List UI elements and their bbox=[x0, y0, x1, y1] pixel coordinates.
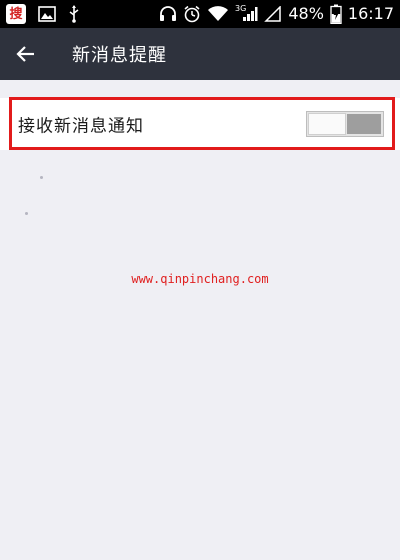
app-header: 新消息提醒 bbox=[0, 28, 400, 80]
app-badge-label: 搜 bbox=[6, 4, 26, 24]
clock: 16:17 bbox=[347, 4, 394, 23]
headset-icon bbox=[159, 6, 177, 22]
no-sim-signal-icon bbox=[264, 6, 282, 22]
receive-notifications-toggle[interactable] bbox=[306, 111, 384, 137]
arrow-left-icon bbox=[16, 46, 34, 62]
screen-artifact bbox=[40, 176, 43, 179]
status-bar-left: 搜 bbox=[6, 4, 80, 24]
back-button[interactable] bbox=[0, 28, 52, 80]
image-icon bbox=[38, 6, 56, 22]
wifi-icon bbox=[207, 6, 229, 22]
watermark-text: www.qinpinchang.com bbox=[131, 272, 269, 286]
toggle-knob bbox=[308, 113, 346, 135]
toggle-track bbox=[347, 114, 381, 134]
receive-notifications-row[interactable]: 接收新消息通知 bbox=[0, 98, 400, 150]
usb-icon bbox=[68, 5, 80, 23]
app-badge-icon: 搜 bbox=[6, 4, 26, 24]
network-type-label: 3G bbox=[235, 3, 247, 13]
status-bar: 搜 3G 48% 16:17 bbox=[0, 0, 400, 28]
battery-percent: 48% bbox=[288, 4, 324, 23]
signal-icon: 3G bbox=[235, 3, 258, 22]
alarm-icon bbox=[183, 5, 201, 23]
page-title: 新消息提醒 bbox=[72, 45, 167, 66]
battery-charging-icon bbox=[330, 4, 342, 24]
screen-artifact bbox=[25, 212, 28, 215]
receive-notifications-label: 接收新消息通知 bbox=[18, 116, 144, 137]
status-bar-right: 3G 48% 16:17 bbox=[159, 4, 394, 24]
